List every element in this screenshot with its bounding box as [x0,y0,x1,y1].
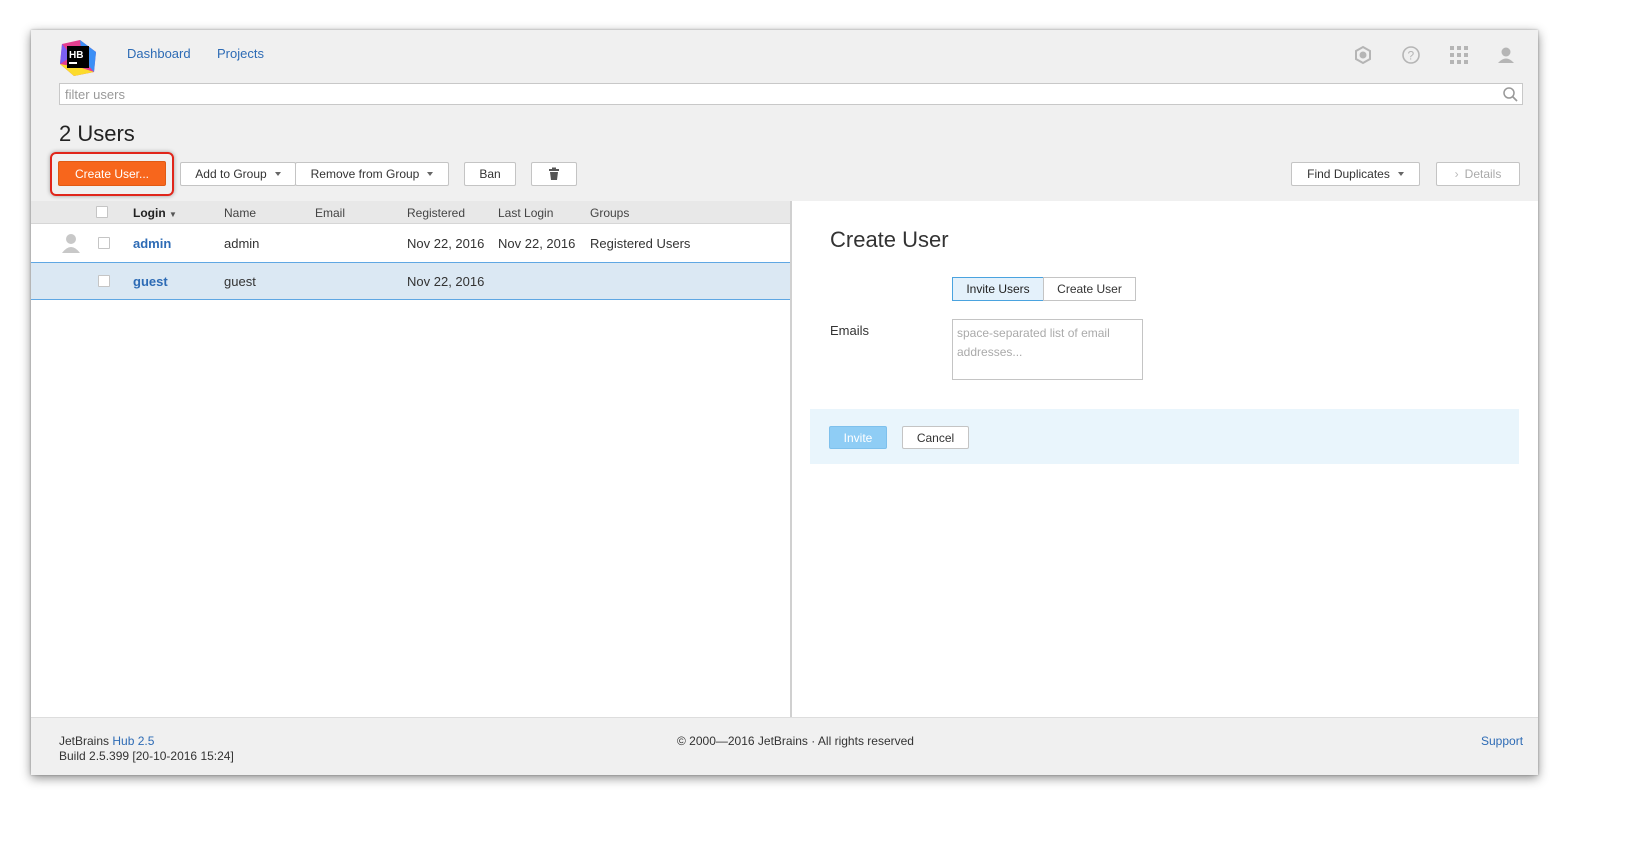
trash-icon [549,167,559,180]
footer-product: JetBrains Hub 2.5 [59,734,154,748]
user-name: guest [224,274,256,289]
tab-invite-users[interactable]: Invite Users [952,277,1044,301]
footer-build: Build 2.5.399 [20-10-2016 15:24] [59,749,234,763]
tab-create-user[interactable]: Create User [1043,277,1136,301]
users-table: Login ▼ Name Email Registered Last Login… [31,201,790,717]
page-title: 2 Users [59,121,135,146]
table-row[interactable]: guest guest Nov 22, 2016 [31,262,790,300]
chevron-down-icon [427,172,434,176]
ban-button[interactable]: Ban [464,162,516,186]
app-window: HB Dashboard Projects ? 2 Users Create U… [31,30,1538,775]
user-registered: Nov 22, 2016 [407,274,485,289]
svg-text:?: ? [1408,49,1415,63]
table-header: Login ▼ Name Email Registered Last Login… [31,201,790,224]
footer-copyright: © 2000—2016 JetBrains · All rights reser… [677,734,914,748]
filter-users-search [59,83,1523,105]
settings-icon[interactable] [1352,44,1374,66]
sort-down-icon: ▼ [169,210,177,219]
column-registered[interactable]: Registered [407,206,465,220]
emails-label: Emails [830,323,870,338]
apps-grid-icon[interactable] [1448,44,1470,66]
select-all-checkbox[interactable] [96,206,108,218]
add-to-group-label: Add to Group [195,167,267,181]
user-last-login: Nov 22, 2016 [498,236,576,251]
create-user-panel: Create User Invite Users Create User Ema… [790,201,1538,717]
invite-button[interactable]: Invite [829,426,887,449]
column-login[interactable]: Login ▼ [133,206,177,220]
user-login-link[interactable]: admin [133,236,171,251]
user-avatar-icon [61,232,81,257]
filter-users-input[interactable] [60,84,1480,104]
remove-from-group-button[interactable]: Remove from Group [295,162,449,186]
column-name[interactable]: Name [224,206,256,220]
delete-button[interactable] [531,162,577,186]
add-to-group-button[interactable]: Add to Group [180,162,296,186]
find-duplicates-label: Find Duplicates [1307,167,1390,181]
chevron-right-icon: › [1454,167,1459,181]
footer-product-link[interactable]: Hub 2.5 [112,734,154,748]
chevron-down-icon [1397,172,1404,176]
user-groups: Registered Users [590,236,691,251]
user-profile-icon[interactable] [1495,44,1517,66]
hub-logo[interactable]: HB [58,38,98,78]
row-checkbox[interactable] [98,237,110,249]
footer-support-link[interactable]: Support [1481,734,1523,748]
footer-brand: JetBrains [59,734,110,748]
footer-divider [31,717,1538,718]
panel-action-bar: Invite Cancel [810,409,1519,464]
column-last-login[interactable]: Last Login [498,206,553,220]
remove-from-group-label: Remove from Group [310,167,420,181]
user-name: admin [224,236,260,251]
svg-text:HB: HB [69,50,83,61]
row-checkbox[interactable] [98,275,110,287]
create-user-button[interactable]: Create User... [58,161,166,186]
table-row[interactable]: admin admin Nov 22, 2016 Nov 22, 2016 Re… [31,224,790,262]
details-label: Details [1464,167,1502,181]
find-duplicates-button[interactable]: Find Duplicates [1291,162,1420,186]
nav-projects[interactable]: Projects [217,46,264,61]
chevron-down-icon [274,172,281,176]
details-button[interactable]: › Details [1436,162,1520,186]
search-icon[interactable] [1502,86,1519,103]
cancel-button[interactable]: Cancel [902,426,969,449]
nav-dashboard[interactable]: Dashboard [127,46,191,61]
user-login-link[interactable]: guest [133,274,168,289]
user-registered: Nov 22, 2016 [407,236,485,251]
help-icon[interactable]: ? [1400,44,1422,66]
column-groups[interactable]: Groups [590,206,629,220]
emails-field[interactable] [952,319,1143,380]
panel-title: Create User [830,227,949,252]
column-email[interactable]: Email [315,206,345,220]
